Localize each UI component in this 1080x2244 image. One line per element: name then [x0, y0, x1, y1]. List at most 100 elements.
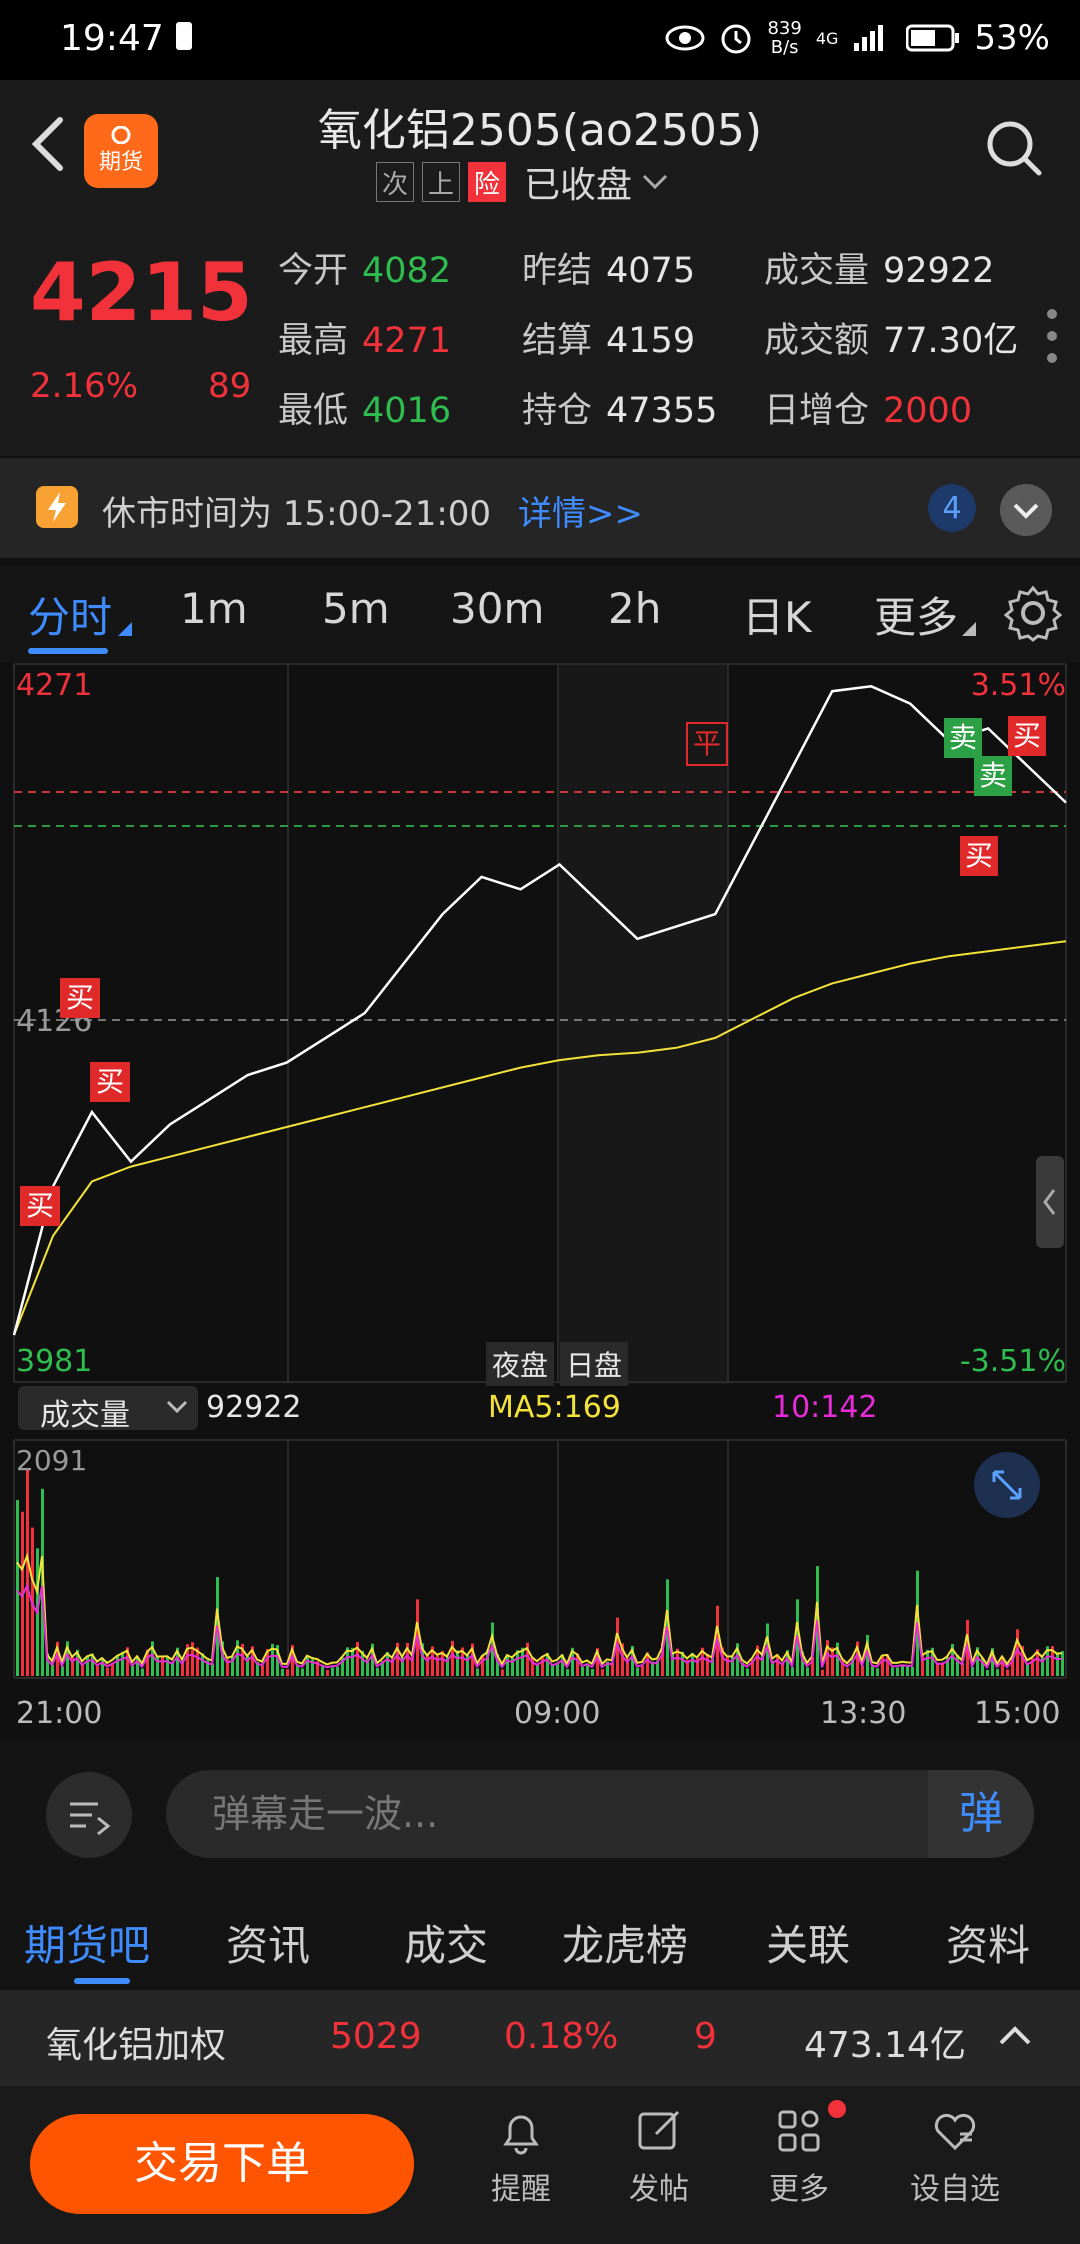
- session-night-label: 夜盘: [486, 1342, 555, 1386]
- volume-bar: [911, 1666, 914, 1676]
- volume-bar: [706, 1654, 709, 1676]
- volume-bar: [296, 1665, 299, 1676]
- tab-daily-k[interactable]: 日K: [742, 584, 812, 645]
- tab-5m[interactable]: 5m: [322, 584, 390, 633]
- volume-bar: [26, 1468, 29, 1676]
- tab-more[interactable]: 更多: [874, 584, 958, 645]
- marker-sell-2[interactable]: 卖: [974, 756, 1012, 796]
- volume-bar: [726, 1656, 729, 1676]
- tab-2h[interactable]: 2h: [608, 584, 661, 633]
- volume-bar: [331, 1667, 334, 1676]
- volume-bar: [861, 1665, 864, 1676]
- timeframe-tabs: 分时 1m 5m 30m 2h 日K 更多: [0, 566, 1080, 662]
- more-vertical-icon[interactable]: [1044, 306, 1060, 366]
- marker-buy-4[interactable]: 买: [1008, 716, 1046, 756]
- volume-bar: [871, 1666, 874, 1676]
- tab-1m[interactable]: 1m: [180, 584, 248, 633]
- chevron-down-icon: [166, 1400, 188, 1414]
- notice-count-badge[interactable]: 4: [928, 484, 976, 532]
- volume-bar: [566, 1669, 569, 1676]
- subtab-profile[interactable]: 资料: [946, 1912, 1030, 1973]
- market-notice: 休市时间为 15:00-21:00 详情>> 4: [0, 458, 1080, 558]
- subtab-trades[interactable]: 成交: [404, 1912, 488, 1973]
- volume-bar: [61, 1666, 64, 1676]
- notice-detail-link[interactable]: 详情>>: [518, 486, 643, 535]
- volume-bar: [301, 1668, 304, 1676]
- field-settle: 结算 4159: [522, 321, 696, 361]
- volume-bar: [321, 1665, 324, 1676]
- tab-intraday[interactable]: 分时: [28, 584, 112, 645]
- trade-order-button[interactable]: 交易下单: [30, 2114, 414, 2214]
- action-alert[interactable]: 提醒: [466, 2106, 576, 2208]
- action-watchlist[interactable]: 设自选: [900, 2106, 1010, 2208]
- marker-buy-1[interactable]: 买: [20, 1186, 60, 1226]
- heart-add-icon: [934, 2113, 976, 2151]
- volume-bar: [141, 1668, 144, 1676]
- marker-buy-3[interactable]: 买: [90, 1062, 130, 1102]
- session-day-label: 日盘: [560, 1342, 629, 1386]
- danmu-input[interactable]: 弹幕走一波...: [166, 1770, 1034, 1858]
- volume-bar: [986, 1669, 989, 1676]
- tab-corner-icon: [118, 622, 132, 636]
- volume-bar: [581, 1666, 584, 1676]
- subtab-forum[interactable]: 期货吧: [24, 1912, 150, 1973]
- x-label-0900: 09:00: [514, 1696, 601, 1731]
- danmu-bar: 弹幕走一波... 弹: [0, 1742, 1080, 1882]
- marker-sell-1[interactable]: 卖: [944, 718, 982, 758]
- contract-tags: 次 上 险 已收盘: [376, 156, 670, 208]
- field-open-interest: 持仓 47355: [522, 391, 718, 431]
- volume-bar: [636, 1667, 639, 1676]
- weighted-change: 9: [694, 2016, 717, 2057]
- content-tabs: 期货吧 资讯 成交 龙虎榜 关联 资料: [0, 1882, 1080, 1988]
- weighted-pct: 0.18%: [504, 2016, 619, 2057]
- volume-bar: [536, 1664, 539, 1676]
- volume-bar: [641, 1665, 644, 1676]
- volume-dropdown[interactable]: 成交量: [18, 1386, 198, 1433]
- volume-bar: [16, 1499, 19, 1676]
- y-bottom-label: 3981: [16, 1344, 93, 1379]
- volume-bar: [96, 1665, 99, 1676]
- weighted-index-row[interactable]: 氧化铝加权 5029 0.18% 9 473.14亿: [0, 1990, 1080, 2086]
- ma10-label: 10:142: [772, 1390, 878, 1425]
- intraday-chart: 4271 4126 3981 3.51% -3.51% 夜盘 日盘 买 买 买 …: [0, 662, 1080, 1738]
- volume-bar: [336, 1666, 339, 1676]
- tab-30m[interactable]: 30m: [450, 584, 544, 633]
- eye-icon: [665, 25, 705, 51]
- field-open: 今开 4082: [278, 251, 452, 291]
- subtab-rankings[interactable]: 龙虎榜: [562, 1912, 688, 1973]
- action-post[interactable]: 发帖: [604, 2106, 714, 2208]
- day-session-shade: [558, 664, 728, 1384]
- expand-chevron-icon[interactable]: [1000, 484, 1052, 536]
- marker-buy-5[interactable]: 买: [960, 836, 998, 876]
- volume-bar: [971, 1666, 974, 1676]
- subtab-related[interactable]: 关联: [766, 1912, 850, 1973]
- search-icon[interactable]: [984, 118, 1044, 178]
- chevron-down-icon[interactable]: [640, 172, 670, 192]
- volume-bar: [131, 1665, 134, 1676]
- chart-svg: [0, 662, 1080, 1738]
- volume-bar: [481, 1655, 484, 1676]
- side-handle-icon[interactable]: [1036, 1156, 1064, 1248]
- volume-bar: [286, 1669, 289, 1676]
- x-label-1330: 13:30: [820, 1696, 907, 1731]
- chevron-up-icon[interactable]: [998, 2024, 1032, 2046]
- marker-buy-2[interactable]: 买: [60, 978, 100, 1018]
- subtab-news[interactable]: 资讯: [226, 1912, 310, 1973]
- volume-bar: [376, 1667, 379, 1676]
- app-header: 期货 氧化铝2505(ao2505) 次 上 险 已收盘: [0, 80, 1080, 216]
- bell-icon: [503, 2115, 539, 2155]
- gear-icon[interactable]: [1004, 584, 1062, 642]
- danmu-toggle-icon[interactable]: [46, 1772, 132, 1858]
- volume-bar: [436, 1653, 439, 1676]
- volume-bar: [996, 1669, 999, 1676]
- danmu-send-button[interactable]: 弹: [928, 1770, 1034, 1858]
- page-title: 氧化铝2505(ao2505): [317, 105, 763, 156]
- compose-icon: [638, 2110, 680, 2150]
- tab-active-underline: [28, 648, 108, 654]
- market-status[interactable]: 已收盘: [524, 156, 632, 208]
- field-high: 最高 4271: [278, 321, 452, 361]
- fullscreen-icon[interactable]: [974, 1452, 1040, 1518]
- marker-close[interactable]: 平: [686, 722, 728, 766]
- action-more[interactable]: 更多: [744, 2106, 854, 2208]
- volume-bar: [86, 1656, 89, 1676]
